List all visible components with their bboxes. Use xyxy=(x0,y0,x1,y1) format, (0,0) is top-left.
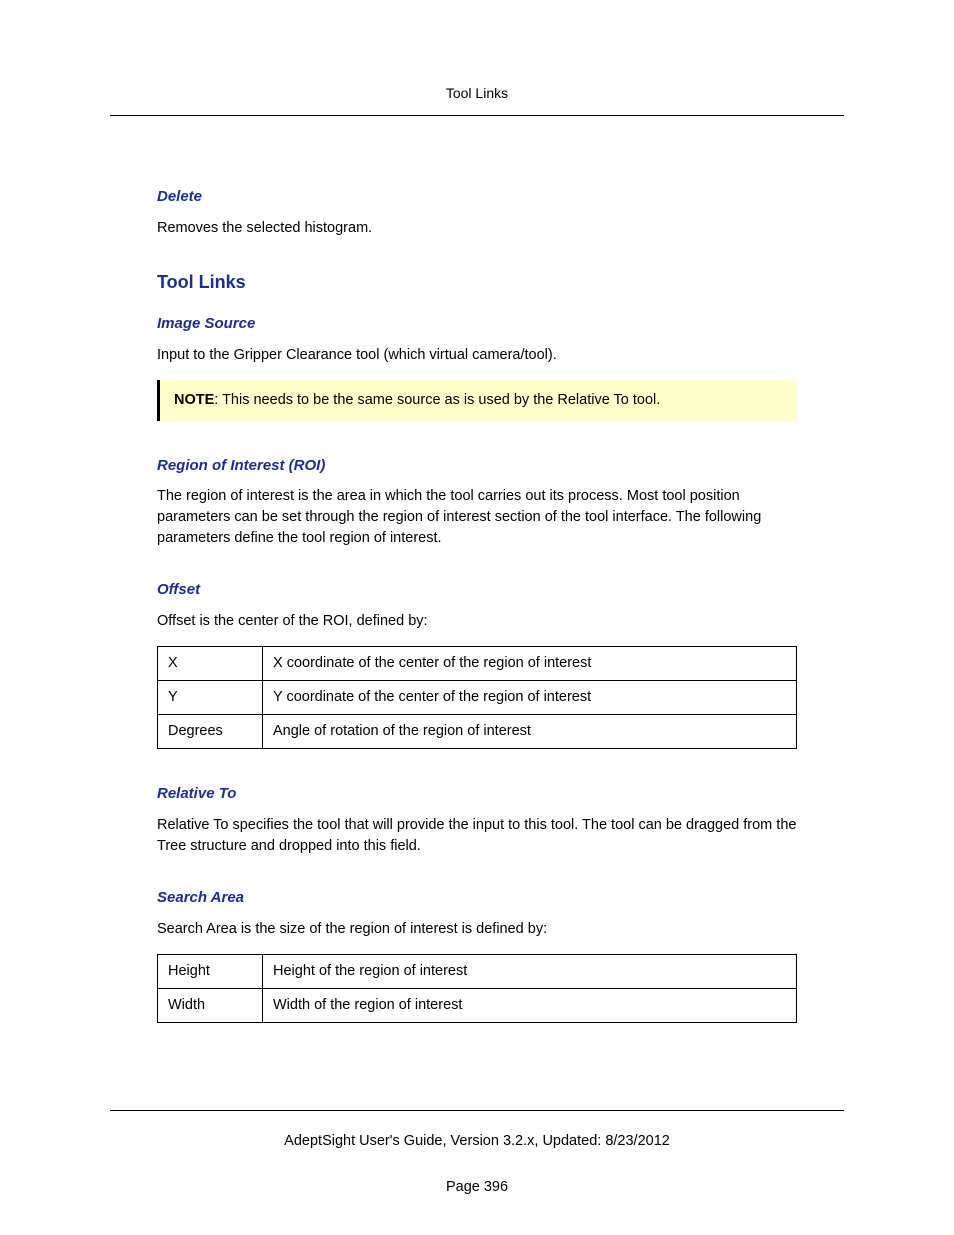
cell-value: Y coordinate of the center of the region… xyxy=(263,681,797,715)
page: Tool Links Delete Removes the selected h… xyxy=(0,0,954,1235)
page-number: Page 396 xyxy=(0,1179,954,1195)
search-area-table: Height Height of the region of interest … xyxy=(157,954,797,1023)
para-search-area: Search Area is the size of the region of… xyxy=(157,919,797,940)
footer-rule xyxy=(110,1110,844,1111)
table-row: Y Y coordinate of the center of the regi… xyxy=(158,681,797,715)
heading-offset: Offset xyxy=(157,579,797,601)
heading-relative-to: Relative To xyxy=(157,783,797,805)
table-row: Degrees Angle of rotation of the region … xyxy=(158,715,797,749)
page-header-title: Tool Links xyxy=(0,0,954,115)
cell-value: Width of the region of interest xyxy=(263,988,797,1022)
offset-table: X X coordinate of the center of the regi… xyxy=(157,646,797,749)
heading-roi: Region of Interest (ROI) xyxy=(157,455,797,477)
cell-value: X coordinate of the center of the region… xyxy=(263,647,797,681)
content-body: Delete Removes the selected histogram. T… xyxy=(0,116,954,1023)
cell-key: X xyxy=(158,647,263,681)
cell-key: Width xyxy=(158,988,263,1022)
cell-key: Height xyxy=(158,954,263,988)
para-relative-to: Relative To specifies the tool that will… xyxy=(157,815,797,857)
footer-line: AdeptSight User's Guide, Version 3.2.x, … xyxy=(0,1133,954,1149)
table-row: X X coordinate of the center of the regi… xyxy=(158,647,797,681)
para-roi: The region of interest is the area in wh… xyxy=(157,486,797,549)
footer: AdeptSight User's Guide, Version 3.2.x, … xyxy=(0,1110,954,1195)
heading-tool-links: Tool Links xyxy=(157,269,797,295)
heading-search-area: Search Area xyxy=(157,887,797,909)
note-label: NOTE xyxy=(174,392,214,408)
cell-value: Height of the region of interest xyxy=(263,954,797,988)
heading-image-source: Image Source xyxy=(157,313,797,335)
note-box: NOTE: This needs to be the same source a… xyxy=(157,380,797,421)
cell-value: Angle of rotation of the region of inter… xyxy=(263,715,797,749)
table-row: Width Width of the region of interest xyxy=(158,988,797,1022)
heading-delete: Delete xyxy=(157,186,797,208)
para-offset: Offset is the center of the ROI, defined… xyxy=(157,611,797,632)
table-row: Height Height of the region of interest xyxy=(158,954,797,988)
note-body: : This needs to be the same source as is… xyxy=(214,392,660,408)
para-image-source: Input to the Gripper Clearance tool (whi… xyxy=(157,345,797,366)
cell-key: Y xyxy=(158,681,263,715)
para-delete: Removes the selected histogram. xyxy=(157,218,797,239)
cell-key: Degrees xyxy=(158,715,263,749)
